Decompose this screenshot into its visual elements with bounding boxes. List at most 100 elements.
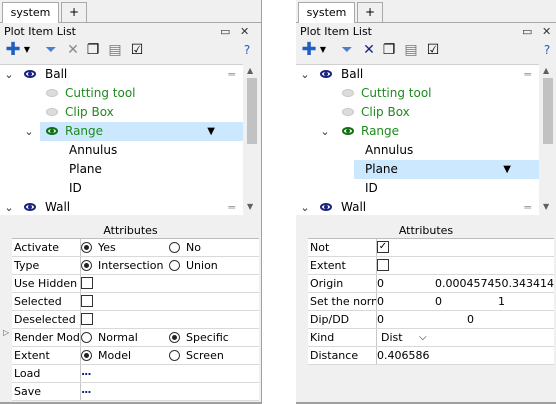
attr-row-use-hidden: Use Hidden — [12, 275, 259, 293]
normal-x-field[interactable]: 0 — [377, 293, 384, 310]
scroll-up-icon[interactable]: ▲ — [247, 66, 253, 75]
save-browse-button[interactable]: ... — [81, 381, 92, 398]
radio-normal[interactable] — [81, 332, 92, 343]
filter-icon[interactable]: ⏷ — [338, 41, 356, 59]
chevron-down-icon[interactable]: ⌄ — [300, 198, 310, 215]
tree-item-label: Range — [361, 124, 400, 138]
delete-icon[interactable]: ✕ — [360, 41, 378, 59]
tree-item-wall[interactable]: ⌄ Wall ═ — [296, 198, 539, 215]
chevron-down-icon[interactable]: ⌄ — [4, 198, 14, 215]
help-icon[interactable]: ? — [238, 41, 256, 59]
dip-field[interactable]: 0 — [377, 311, 384, 328]
radio-model[interactable] — [81, 350, 92, 361]
hidden-eye-icon[interactable] — [46, 108, 58, 116]
tree-item-clip-box[interactable]: Clip Box — [296, 103, 539, 122]
chevron-down-icon[interactable]: ⌄ — [320, 122, 330, 141]
add-dropdown-icon[interactable]: ▼ — [22, 41, 32, 59]
drag-handle-icon[interactable]: ═ — [524, 198, 531, 215]
dip-direction-field[interactable]: 0 — [467, 311, 474, 328]
eye-icon[interactable] — [46, 127, 58, 135]
radio-specific[interactable] — [169, 332, 180, 343]
origin-yz-field[interactable]: 0.000457450.343414 — [435, 275, 554, 292]
scroll-thumb[interactable] — [543, 78, 553, 144]
scroll-up-icon[interactable]: ▲ — [543, 66, 549, 75]
eye-icon[interactable] — [320, 70, 332, 78]
checkbox[interactable] — [81, 313, 93, 325]
checkbox-icon[interactable]: ☑ — [424, 41, 442, 59]
chevron-down-icon[interactable]: ⌄ — [300, 65, 310, 84]
add-tab-button[interactable]: + — [357, 2, 383, 22]
dropdown-arrow-icon[interactable]: ▼ — [503, 160, 511, 179]
add-tab-button[interactable]: + — [61, 2, 87, 22]
float-panel-icon[interactable]: ▭ — [522, 25, 532, 38]
tree-item-plane[interactable]: Plane ▼ — [354, 160, 539, 179]
copy-icon[interactable]: ❐ — [84, 41, 102, 59]
help-icon[interactable]: ? — [538, 41, 556, 59]
paste-icon[interactable]: ▤ — [106, 41, 124, 59]
radio-label: Union — [186, 259, 218, 272]
tree-item-cutting-tool[interactable]: Cutting tool — [296, 84, 539, 103]
checkbox-checked[interactable]: ✓ — [377, 241, 389, 253]
chevron-down-icon[interactable]: ⌄ — [24, 122, 34, 141]
kind-select[interactable]: Dist — [381, 329, 403, 346]
checkbox-icon[interactable]: ☑ — [128, 41, 146, 59]
scroll-down-icon[interactable]: ▼ — [247, 202, 253, 211]
close-panel-icon[interactable]: ✕ — [240, 25, 249, 38]
add-dropdown-icon[interactable]: ▼ — [318, 41, 328, 59]
drag-handle-icon[interactable]: ═ — [228, 65, 235, 84]
tree-item-plane[interactable]: Plane — [0, 160, 243, 179]
dropdown-arrow-icon[interactable]: ▼ — [207, 122, 215, 141]
origin-x-field[interactable]: 0 — [377, 275, 384, 292]
tree-scrollbar[interactable]: ▲ ▼ — [244, 64, 260, 214]
hidden-eye-icon[interactable] — [342, 108, 354, 116]
tree-item-id[interactable]: ID — [0, 179, 243, 198]
add-item-icon[interactable]: ✚ — [4, 41, 22, 59]
scroll-down-icon[interactable]: ▼ — [543, 202, 549, 211]
drag-handle-icon[interactable]: ═ — [228, 198, 235, 215]
radio-label: Normal — [98, 331, 138, 344]
radio-union[interactable] — [169, 260, 180, 271]
scroll-thumb[interactable] — [247, 78, 257, 144]
close-panel-icon[interactable]: ✕ — [542, 25, 551, 38]
eye-icon[interactable] — [320, 203, 332, 211]
tree-item-wall[interactable]: ⌄ Wall ═ — [0, 198, 243, 215]
tree-item-range[interactable]: ⌄ Range — [296, 122, 539, 141]
eye-icon[interactable] — [24, 203, 36, 211]
checkbox[interactable] — [81, 277, 93, 289]
hidden-eye-icon[interactable] — [342, 89, 354, 97]
radio-yes[interactable] — [81, 242, 92, 253]
expand-arrow-icon[interactable]: ▷ — [3, 328, 9, 337]
paste-icon[interactable]: ▤ — [402, 41, 420, 59]
tree-item-ball[interactable]: ⌄ Ball ═ — [296, 65, 539, 84]
eye-icon[interactable] — [24, 70, 36, 78]
checkbox[interactable] — [377, 259, 389, 271]
normal-z-field[interactable]: 1 — [498, 293, 505, 310]
delete-icon[interactable]: ✕ — [64, 41, 82, 59]
tree-item-id[interactable]: ID — [296, 179, 539, 198]
tab-system[interactable]: system — [298, 2, 355, 23]
eye-icon[interactable] — [342, 127, 354, 135]
tree-scrollbar[interactable]: ▲ ▼ — [540, 64, 556, 214]
float-panel-icon[interactable]: ▭ — [220, 25, 230, 38]
drag-handle-icon[interactable]: ═ — [524, 65, 531, 84]
filter-icon[interactable]: ⏷ — [42, 41, 60, 59]
tree-item-cutting-tool[interactable]: Cutting tool — [0, 84, 243, 103]
normal-y-field[interactable]: 0 — [435, 293, 442, 310]
tree-item-clip-box[interactable]: Clip Box — [0, 103, 243, 122]
tree-item-range[interactable]: Range ▼ — [40, 122, 243, 141]
distance-field[interactable]: 0.406586 — [377, 347, 430, 364]
checkbox[interactable] — [81, 295, 93, 307]
chevron-down-icon[interactable]: ⌵ — [419, 329, 427, 346]
chevron-down-icon[interactable]: ⌄ — [4, 65, 14, 84]
radio-intersection[interactable] — [81, 260, 92, 271]
radio-screen[interactable] — [169, 350, 180, 361]
add-item-icon[interactable]: ✚ — [300, 41, 318, 59]
tree-item-annulus[interactable]: Annulus — [296, 141, 539, 160]
radio-no[interactable] — [169, 242, 180, 253]
tab-system[interactable]: system — [2, 2, 59, 23]
tree-item-ball[interactable]: ⌄ Ball ═ — [0, 65, 243, 84]
tree-item-annulus[interactable]: Annulus — [0, 141, 243, 160]
copy-icon[interactable]: ❐ — [380, 41, 398, 59]
load-browse-button[interactable]: ... — [81, 363, 92, 380]
hidden-eye-icon[interactable] — [46, 89, 58, 97]
